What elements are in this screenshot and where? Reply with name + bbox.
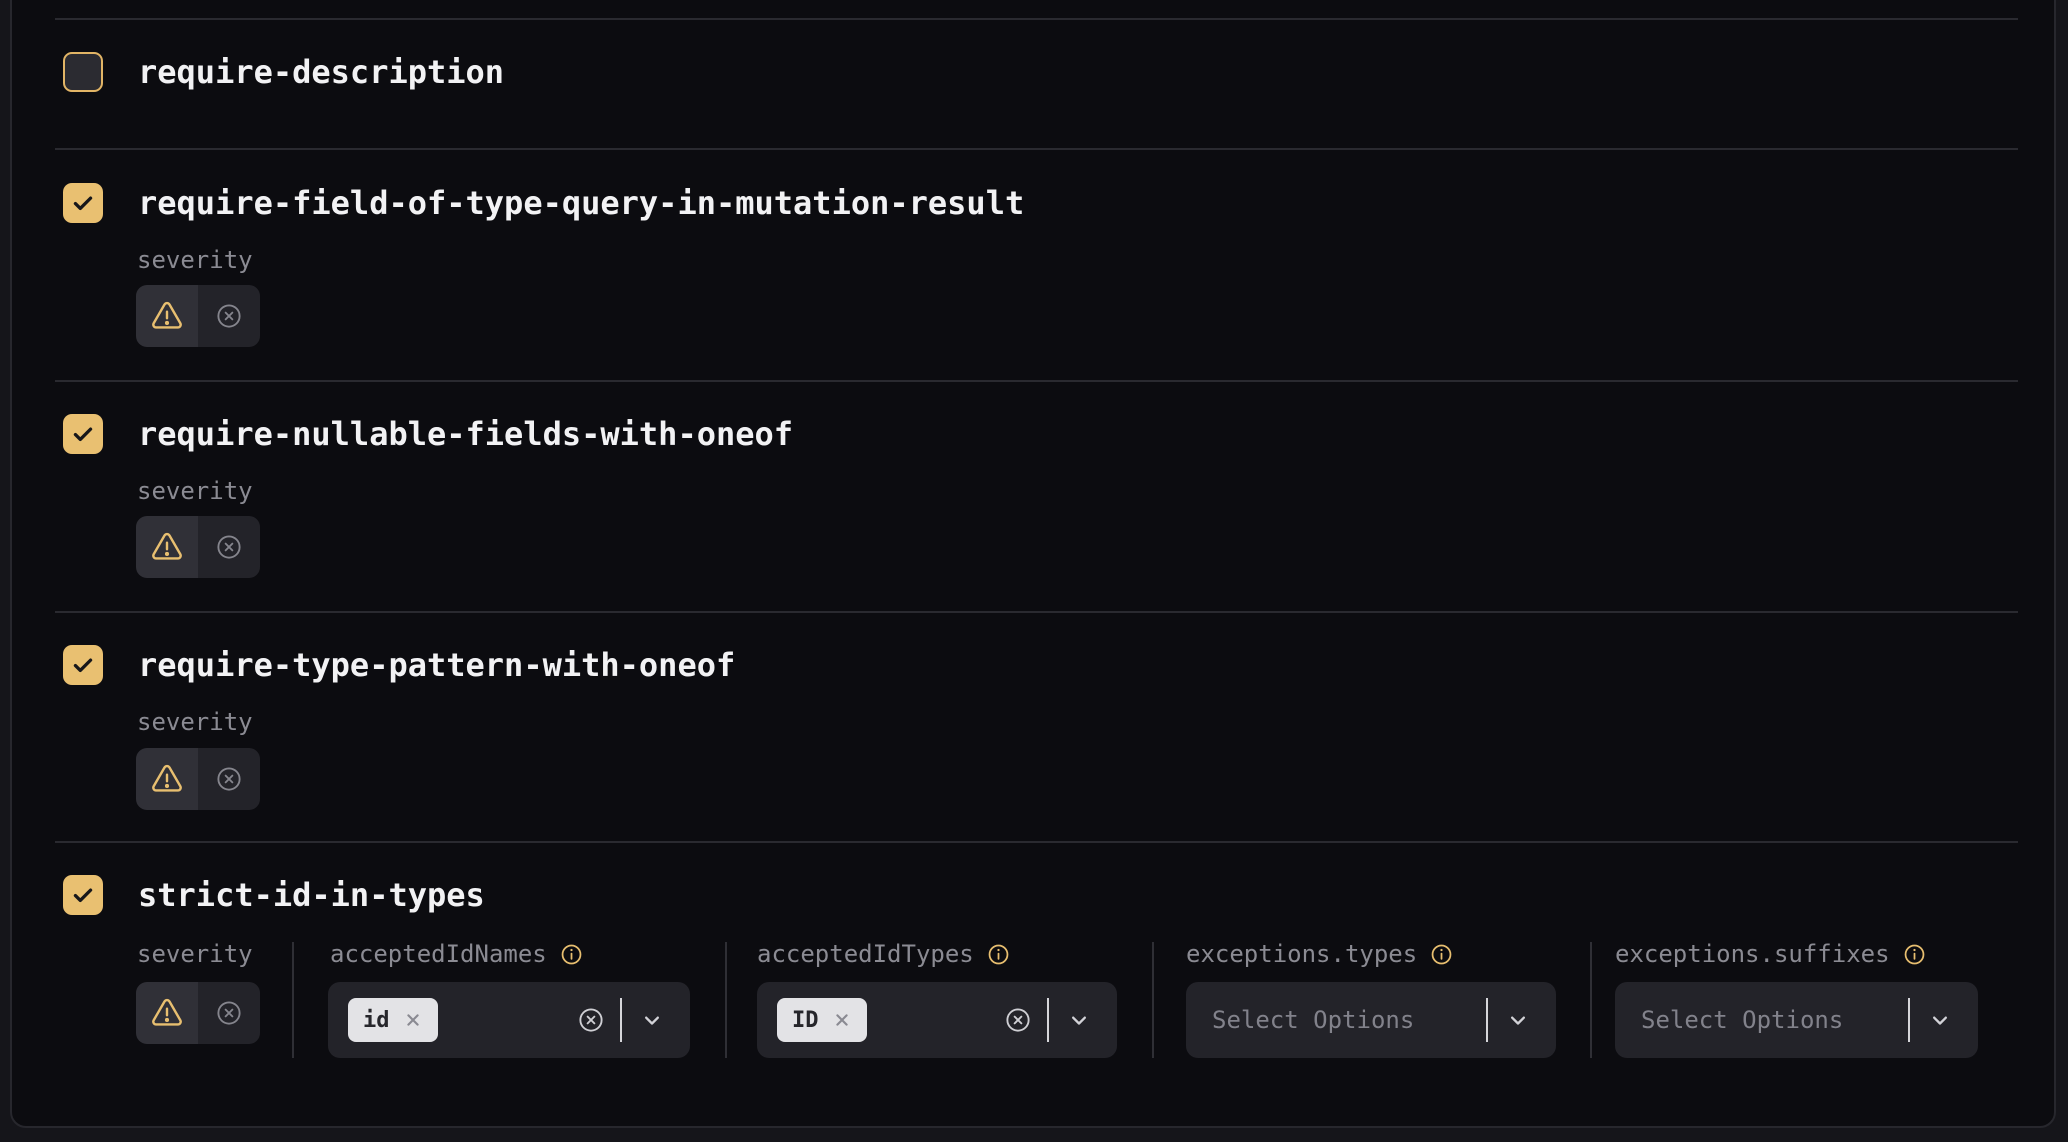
option-label-exceptions-suffixes: exceptions.suffixes [1615, 940, 1927, 968]
selected-tag-label: id [363, 1008, 390, 1033]
info-icon[interactable] [559, 942, 584, 967]
severity-label: severity [137, 940, 253, 968]
severity-warn-button[interactable] [136, 285, 198, 347]
circle-x-icon [214, 998, 244, 1028]
circle-x-icon [214, 301, 244, 331]
column-divider [1152, 942, 1154, 1058]
severity-warn-button[interactable] [136, 516, 198, 578]
rules-panel: require-description require-field-of-typ… [0, 0, 2068, 1142]
check-icon [70, 652, 96, 678]
accepted-id-names-select[interactable]: id [328, 982, 690, 1058]
rule-row-require-nullable-fields-with-oneof: require-nullable-fields-with-oneof [63, 414, 793, 454]
rule-name: require-nullable-fields-with-oneof [138, 414, 793, 454]
column-divider [292, 942, 294, 1058]
severity-toggle [136, 285, 260, 347]
severity-warn-button[interactable] [136, 748, 198, 810]
option-label-text: acceptedIdTypes [757, 940, 974, 968]
check-icon [70, 421, 96, 447]
select-placeholder: Select Options [1641, 1006, 1843, 1034]
severity-label: severity [137, 708, 253, 736]
exceptions-types-select[interactable]: Select Options [1186, 982, 1556, 1058]
tag-remove-icon[interactable] [832, 1010, 852, 1030]
rule-name: require-description [138, 52, 504, 92]
row-divider [55, 148, 2018, 150]
rule-name: strict-id-in-types [138, 875, 485, 915]
option-label-acceptedIdTypes: acceptedIdTypes [757, 940, 1011, 968]
tag-remove-icon[interactable] [403, 1010, 423, 1030]
circle-x-icon [214, 532, 244, 562]
severity-toggle [136, 748, 260, 810]
exceptions-suffixes-select[interactable]: Select Options [1615, 982, 1978, 1058]
option-label-text: exceptions.types [1186, 940, 1417, 968]
warning-icon [149, 299, 185, 333]
warning-icon [149, 530, 185, 564]
option-label-text: exceptions.suffixes [1615, 940, 1890, 968]
column-divider [1590, 942, 1592, 1058]
option-label-text: acceptedIdNames [330, 940, 547, 968]
warning-icon [149, 996, 185, 1030]
info-icon[interactable] [986, 942, 1011, 967]
severity-toggle [136, 982, 260, 1044]
circle-x-icon [214, 764, 244, 794]
check-icon [70, 190, 96, 216]
column-divider [725, 942, 727, 1058]
rule-row-require-description: require-description [63, 52, 504, 92]
clear-icon[interactable] [576, 1005, 606, 1035]
chevron-down-icon[interactable] [638, 1006, 666, 1034]
rule-checkbox[interactable] [63, 645, 103, 685]
severity-label: severity [137, 246, 253, 274]
rule-name: require-type-pattern-with-oneof [138, 645, 735, 685]
clear-icon[interactable] [1003, 1005, 1033, 1035]
row-divider [55, 841, 2018, 843]
accepted-id-types-select[interactable]: ID [757, 982, 1117, 1058]
option-label-acceptedIdNames: acceptedIdNames [330, 940, 584, 968]
row-divider [55, 380, 2018, 382]
info-icon[interactable] [1902, 942, 1927, 967]
selected-tag: ID [777, 998, 867, 1042]
rule-name: require-field-of-type-query-in-mutation-… [138, 183, 1024, 223]
row-divider [55, 611, 2018, 613]
selected-tag-label: ID [792, 1008, 819, 1033]
select-placeholder: Select Options [1212, 1006, 1414, 1034]
select-separator [1047, 998, 1049, 1042]
rule-row-strict-id-in-types: strict-id-in-types [63, 875, 485, 915]
option-label-exceptions-types: exceptions.types [1186, 940, 1454, 968]
severity-off-button[interactable] [198, 285, 260, 347]
severity-off-button[interactable] [198, 748, 260, 810]
rule-checkbox[interactable] [63, 414, 103, 454]
check-icon [70, 882, 96, 908]
rule-row-require-field-of-type-query-in-mutation-result: require-field-of-type-query-in-mutation-… [63, 183, 1024, 223]
severity-off-button[interactable] [198, 982, 260, 1044]
rule-checkbox[interactable] [63, 875, 103, 915]
selected-tag: id [348, 998, 438, 1042]
select-separator [1486, 998, 1488, 1042]
rule-checkbox[interactable] [63, 183, 103, 223]
chevron-down-icon[interactable] [1504, 1006, 1532, 1034]
select-separator [1908, 998, 1910, 1042]
rule-row-require-type-pattern-with-oneof: require-type-pattern-with-oneof [63, 645, 735, 685]
warning-icon [149, 762, 185, 796]
severity-off-button[interactable] [198, 516, 260, 578]
rule-checkbox[interactable] [63, 52, 103, 92]
severity-label: severity [137, 477, 253, 505]
chevron-down-icon[interactable] [1065, 1006, 1093, 1034]
chevron-down-icon[interactable] [1926, 1006, 1954, 1034]
severity-toggle [136, 516, 260, 578]
severity-warn-button[interactable] [136, 982, 198, 1044]
row-divider [55, 18, 2018, 20]
info-icon[interactable] [1429, 942, 1454, 967]
select-separator [620, 998, 622, 1042]
